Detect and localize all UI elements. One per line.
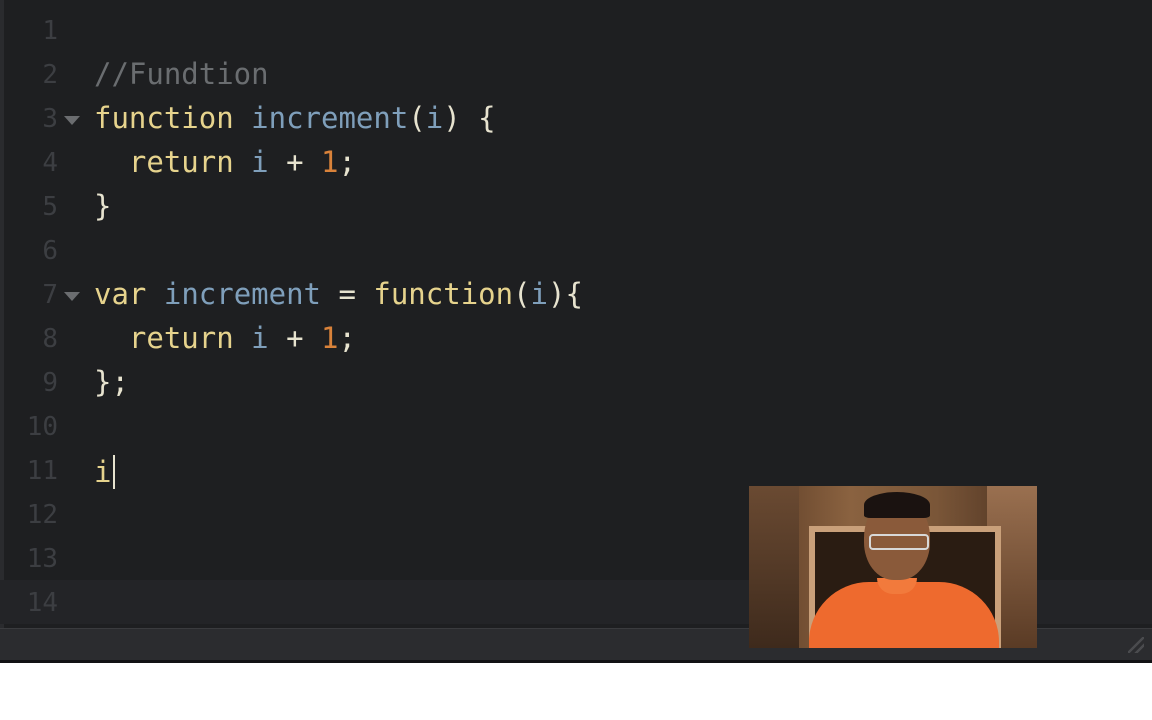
code-token: //Fundtion [94,57,269,91]
line-number: 4 [42,148,58,178]
code-token: i [530,277,549,311]
code-token: ; [338,321,356,355]
code-text[interactable]: var increment = function(i){ [94,279,583,309]
line-number: 10 [26,412,58,442]
code-token: }; [94,365,129,399]
code-token: ){ [548,277,583,311]
line-number: 11 [26,456,58,486]
code-line[interactable]: 7 var increment = function(i){ [0,272,1152,316]
code-token: ) { [443,101,496,135]
presenter-webcam-video [749,486,1037,648]
code-text[interactable]: //Fundtion [94,59,269,89]
code-text[interactable]: }; [94,367,129,397]
code-token: i [251,321,269,355]
resize-grip-icon[interactable] [1128,637,1144,653]
line-number: 9 [42,368,58,398]
code-token: i [251,145,269,179]
code-token: ( [513,277,531,311]
code-line[interactable]: 6 [0,228,1152,272]
code-line[interactable]: 2 //Fundtion [0,52,1152,96]
code-token: increment [163,277,321,311]
code-line[interactable]: 5} [0,184,1152,228]
line-number: 13 [26,544,58,574]
code-token: } [94,189,112,223]
code-token: return [128,321,234,355]
code-token: 1 [321,145,339,179]
line-number: 2 [42,60,58,90]
code-token: ( [408,101,426,135]
code-text[interactable]: } [94,191,111,221]
line-number: 5 [42,192,58,222]
code-token: = [321,277,374,311]
code-text[interactable]: return i + 1; [94,323,356,353]
bottom-blank-area [0,663,1152,720]
line-number: 14 [26,588,58,618]
code-text[interactable]: i [94,455,116,489]
code-text[interactable]: return i + 1; [94,147,356,177]
code-line[interactable]: 1 [0,8,1152,52]
code-token: function [94,101,234,135]
code-token: + [268,145,322,179]
code-token: return [128,145,234,179]
code-token: i [425,101,444,135]
code-token: + [268,321,322,355]
line-number: 1 [42,16,58,46]
code-token: 1 [321,321,339,355]
line-number: 12 [26,500,58,530]
line-number: 6 [42,236,58,266]
code-line[interactable]: 9}; [0,360,1152,404]
code-line[interactable]: 10 [0,404,1152,448]
code-token: increment [251,101,409,135]
code-token: i [94,455,112,489]
webcam-presenter-glasses [869,534,929,550]
code-token: var [94,277,147,311]
code-line[interactable]: 4 return i + 1; [0,140,1152,184]
code-token: ; [338,145,356,179]
code-token: function [373,277,514,311]
line-number: 3 [42,104,58,134]
webcam-wall-left [749,486,799,648]
code-line[interactable]: 3 function increment(i) { [0,96,1152,140]
fold-arrow-icon[interactable] [64,292,80,301]
code-line[interactable]: 8 return i + 1; [0,316,1152,360]
text-cursor [113,455,116,489]
webcam-presenter-hair [864,492,930,518]
line-number: 8 [42,324,58,354]
line-number: 7 [42,280,58,310]
fold-arrow-icon[interactable] [64,116,80,125]
code-text[interactable]: function increment(i) { [94,103,496,133]
